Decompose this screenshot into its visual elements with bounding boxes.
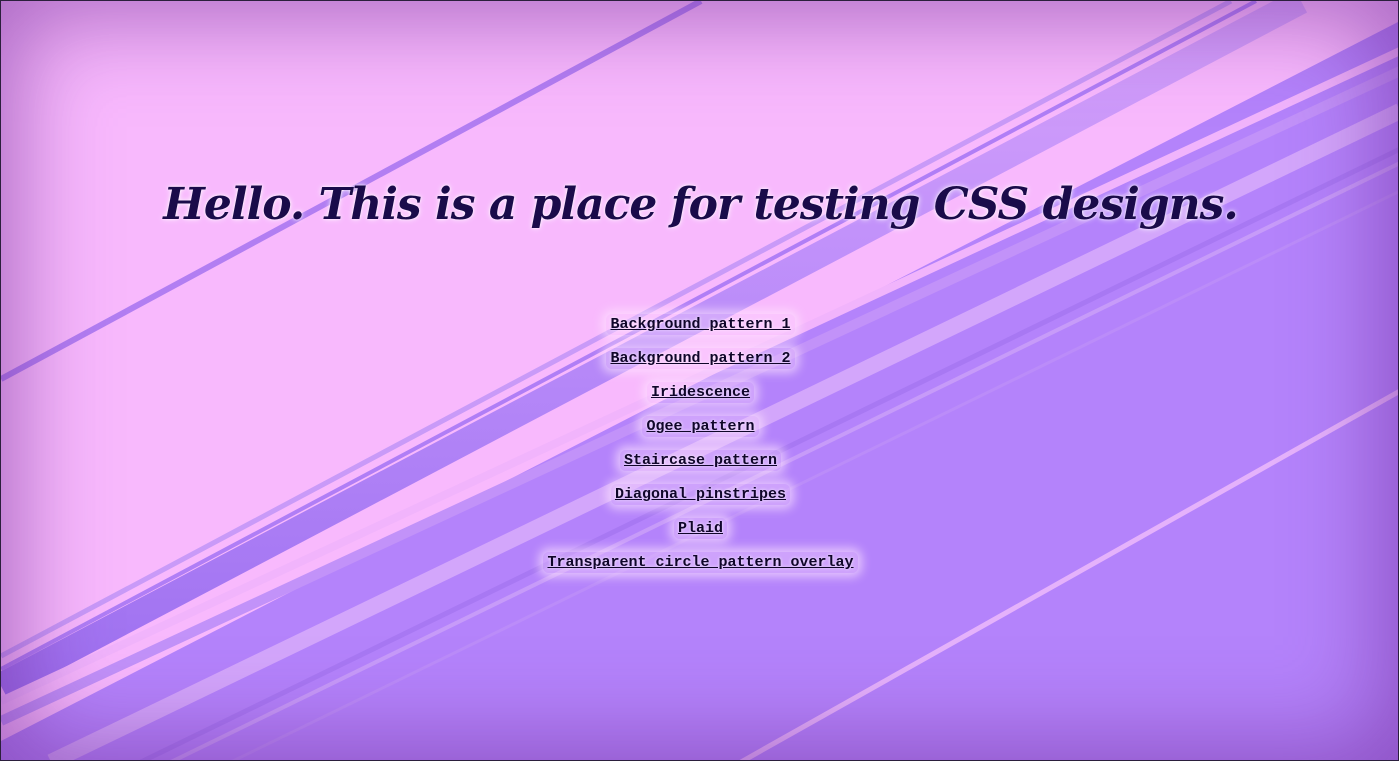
link-diagonal-pinstripes[interactable]: Diagonal pinstripes bbox=[610, 484, 791, 505]
list-item: Background pattern 2 bbox=[1, 343, 1398, 377]
list-item: Transparent circle pattern overlay bbox=[1, 547, 1398, 581]
page-title: Hello. This is a place for testing CSS d… bbox=[163, 179, 1238, 230]
link-ogee-pattern[interactable]: Ogee pattern bbox=[642, 416, 759, 437]
link-background-pattern-2[interactable]: Background pattern 2 bbox=[606, 348, 795, 369]
list-item: Plaid bbox=[1, 513, 1398, 547]
link-background-pattern-1[interactable]: Background pattern 1 bbox=[606, 314, 795, 335]
page-canvas: Hello. This is a place for testing CSS d… bbox=[0, 0, 1399, 761]
list-item: Iridescence bbox=[1, 377, 1398, 411]
list-item: Background pattern 1 bbox=[1, 309, 1398, 343]
list-item: Ogee pattern bbox=[1, 411, 1398, 445]
list-item: Diagonal pinstripes bbox=[1, 479, 1398, 513]
link-staircase-pattern[interactable]: Staircase pattern bbox=[619, 450, 782, 471]
link-plaid[interactable]: Plaid bbox=[673, 518, 727, 539]
link-iridescence[interactable]: Iridescence bbox=[646, 382, 755, 403]
pattern-link-list: Background pattern 1 Background pattern … bbox=[1, 309, 1398, 581]
list-item: Staircase pattern bbox=[1, 445, 1398, 479]
link-transparent-circle-pattern-overlay[interactable]: Transparent circle pattern overlay bbox=[543, 552, 858, 573]
